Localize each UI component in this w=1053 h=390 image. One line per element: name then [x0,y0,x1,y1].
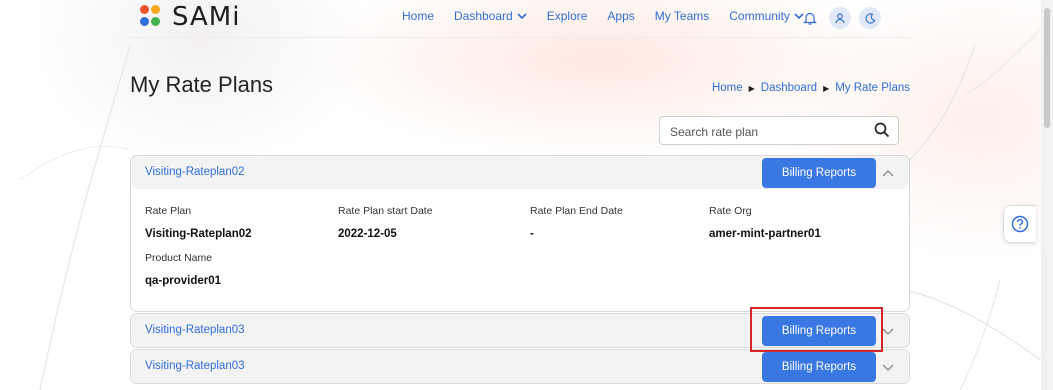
nav-home-label: Home [402,9,435,23]
nav-explore[interactable]: Explore [547,9,588,23]
rate-plan-title[interactable]: Visiting-Rateplan02 [145,166,245,178]
scrollbar[interactable] [1041,0,1053,390]
field-label: Rate Org [709,205,752,217]
field-rate-org: Rate Org amer-mint-partner01 [709,205,821,240]
scrollbar-thumb[interactable] [1044,8,1050,128]
field-value: qa-provider01 [145,275,222,287]
field-end-date: Rate Plan End Date - [530,205,623,240]
field-start-date: Rate Plan start Date 2022-12-05 [338,205,433,240]
breadcrumb: Home ▶ Dashboard ▶ My Rate Plans [712,82,910,94]
field-value: 2022-12-05 [338,228,397,240]
nav-dashboard-label: Dashboard [454,9,513,23]
search-icon[interactable] [874,122,890,138]
nav-divider [130,37,910,38]
chevron-down-icon[interactable] [882,327,894,335]
rate-plan-title[interactable]: Visiting-Rateplan03 [145,324,245,336]
breadcrumb-separator-icon: ▶ [748,83,755,93]
field-value: amer-mint-partner01 [709,228,821,240]
page-title: My Rate Plans [130,72,274,97]
chevron-down-icon [517,13,527,20]
rate-plan-header[interactable]: Visiting-Rateplan02 Billing Reports [131,156,909,189]
billing-reports-button[interactable]: Billing Reports [762,352,876,382]
logo-mark-icon [140,4,162,30]
nav-home[interactable]: Home [402,9,434,23]
rate-plan-card: Visiting-Rateplan02 Billing Reports Rate… [130,155,910,312]
rate-plan-card: Visiting-Rateplan03 Billing Reports [130,349,910,384]
nav-my-teams-label: My Teams [654,9,710,23]
nav-icons [798,6,889,30]
top-navbar: SAMi Home Dashboard Explore Apps My Team… [0,0,1053,36]
field-label: Rate Plan End Date [530,205,623,217]
nav-explore-label: Explore [546,9,588,23]
help-icon [1011,215,1029,233]
field-label: Product Name [145,252,213,264]
rate-plan-title[interactable]: Visiting-Rateplan03 [145,360,245,372]
rate-plan-header[interactable]: Visiting-Rateplan03 Billing Reports [131,350,909,383]
search-input[interactable] [668,117,872,146]
billing-reports-button[interactable]: Billing Reports [762,316,876,346]
nav-community-label: Community [729,9,790,23]
nav-apps-label: Apps [607,9,635,23]
field-product-name: Product Name qa-provider01 [145,252,221,287]
rate-plan-header[interactable]: Visiting-Rateplan03 Billing Reports [131,314,909,347]
chevron-up-icon[interactable] [882,169,894,177]
breadcrumb-home[interactable]: Home [712,82,743,94]
nav-dashboard[interactable]: Dashboard [454,9,527,23]
user-icon[interactable] [829,7,851,29]
breadcrumb-dashboard[interactable]: Dashboard [761,82,817,94]
rate-plan-card: Visiting-Rateplan03 Billing Reports [130,313,910,348]
bell-icon[interactable] [798,6,822,30]
breadcrumb-separator-icon: ▶ [823,83,830,93]
field-label: Rate Plan start Date [338,205,433,217]
logo[interactable]: SAMi [140,2,240,32]
rate-plan-details: Rate Plan Visiting-Rateplan02 Rate Plan … [131,189,909,311]
moon-icon[interactable] [859,7,881,29]
brand-name: SAMi [172,2,241,32]
nav-community[interactable]: Community [729,9,804,23]
search-box [659,116,899,146]
breadcrumb-current: My Rate Plans [835,82,910,94]
chevron-down-icon[interactable] [882,363,894,371]
main-nav: Home Dashboard Explore Apps My Teams Com… [402,9,824,23]
help-button[interactable] [1003,205,1036,243]
nav-apps[interactable]: Apps [607,9,634,23]
field-label: Rate Plan [145,205,192,217]
billing-reports-button[interactable]: Billing Reports [762,158,876,188]
field-rate-plan: Rate Plan Visiting-Rateplan02 [145,205,252,240]
field-value: Visiting-Rateplan02 [145,228,252,240]
field-value: - [530,228,534,240]
nav-my-teams[interactable]: My Teams [655,9,709,23]
